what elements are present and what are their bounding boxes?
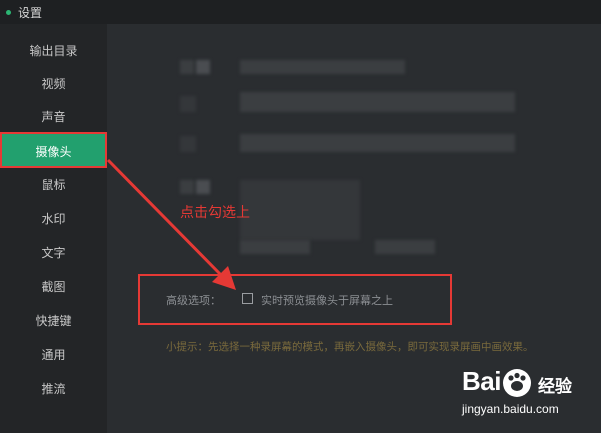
- redacted-block: [240, 180, 360, 240]
- window-title: 设置: [18, 5, 43, 20]
- settings-window: 设置 输出目录 视频 声音 摄像头 鼠标 水印 文字 截图 快捷键 通用 推流 …: [0, 0, 601, 433]
- redacted-block: [196, 60, 210, 74]
- annotation-text: 点击勾选上: [180, 205, 250, 221]
- title-bar: 设置: [0, 0, 601, 24]
- app-icon: [6, 9, 11, 15]
- redacted-block: [240, 60, 405, 74]
- sidebar-item-text[interactable]: 文字: [0, 235, 107, 269]
- baidu-watermark: Bai 经验 jingyan.baidu.com: [456, 366, 596, 426]
- watermark-suffix: 经验: [538, 377, 572, 397]
- sidebar-item-video[interactable]: 视频: [0, 66, 107, 100]
- paw-icon: [503, 369, 531, 397]
- sidebar-item-screenshot[interactable]: 截图: [0, 269, 107, 303]
- sidebar-item-audio[interactable]: 声音: [0, 99, 107, 133]
- redacted-block: [180, 60, 194, 74]
- sidebar-item-output-dir[interactable]: 输出目录: [0, 33, 107, 67]
- redacted-block: [240, 134, 515, 152]
- redacted-block: [240, 92, 515, 112]
- redacted-block: [180, 136, 196, 152]
- overlay-preview-checkbox[interactable]: [242, 293, 253, 304]
- redacted-block: [180, 180, 194, 194]
- redacted-block: [180, 96, 196, 112]
- redacted-block: [240, 240, 310, 254]
- redacted-block: [196, 180, 210, 194]
- redacted-block: [375, 240, 435, 254]
- advanced-options-label: 高级选项：: [166, 294, 221, 307]
- sidebar-item-general[interactable]: 通用: [0, 337, 107, 371]
- sidebar-item-camera[interactable]: 摄像头: [0, 134, 107, 168]
- tip-text: 小提示：先选择一种录屏幕的模式，再嵌入摄像头，即可实现录屏画中画效果。: [166, 341, 534, 353]
- watermark-url: jingyan.baidu.com: [462, 402, 559, 416]
- sidebar-item-hotkeys[interactable]: 快捷键: [0, 303, 107, 337]
- sidebar-item-mouse[interactable]: 鼠标: [0, 167, 107, 201]
- sidebar-item-watermark[interactable]: 水印: [0, 201, 107, 235]
- overlay-preview-label[interactable]: 实时预览摄像头于屏幕之上: [261, 292, 393, 308]
- watermark-logo: Bai: [462, 366, 501, 396]
- sidebar-item-streaming[interactable]: 推流: [0, 371, 107, 405]
- settings-sidebar: 输出目录 视频 声音 摄像头 鼠标 水印 文字 截图 快捷键 通用 推流: [0, 24, 107, 433]
